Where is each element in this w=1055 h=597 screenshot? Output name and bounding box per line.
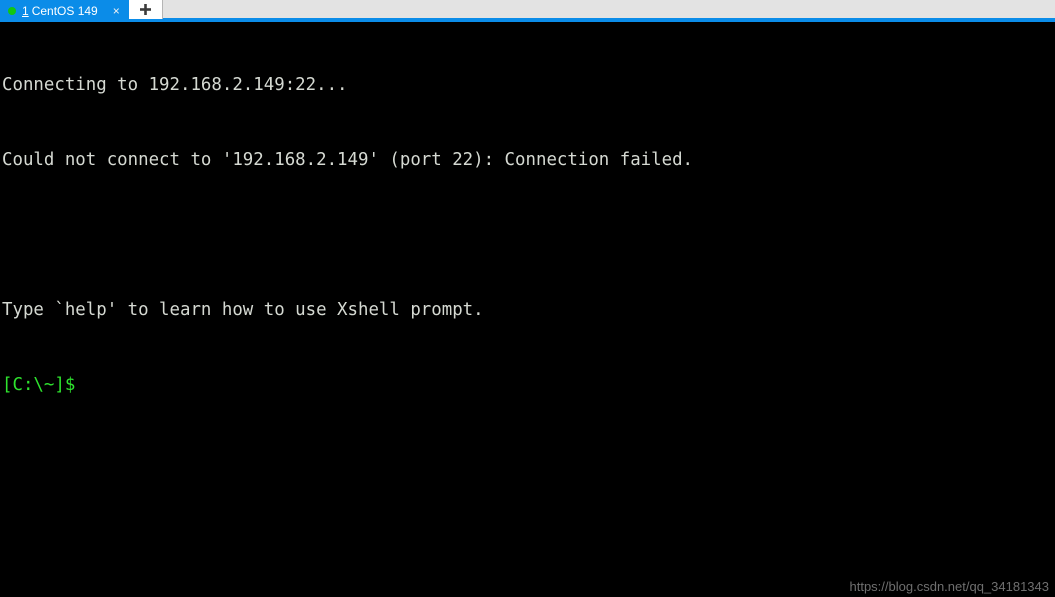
tab-index-label: 1 [22, 4, 29, 18]
terminal-output: Connecting to 192.168.2.149:22... Could … [2, 23, 777, 597]
terminal-line: Connecting to 192.168.2.149:22... [2, 75, 348, 95]
tab-bar: 1 CentOS 149 × [0, 0, 1055, 22]
watermark-text: https://blog.csdn.net/qq_34181343 [849, 579, 1050, 594]
terminal-screen[interactable]: Connecting to 192.168.2.149:22... Could … [0, 22, 1055, 597]
plus-icon [139, 4, 151, 15]
tab-title-label: CentOS 149 [31, 4, 98, 18]
terminal-line: Type `help' to learn how to use Xshell p… [2, 300, 484, 320]
close-icon[interactable]: × [110, 5, 123, 17]
terminal-prompt-local: [C:\~]$ [2, 375, 76, 395]
green-dot-icon [8, 7, 16, 15]
session-tab-centos-149[interactable]: 1 CentOS 149 × [0, 0, 129, 22]
terminal-line: Could not connect to '192.168.2.149' (po… [2, 150, 694, 170]
new-tab-button[interactable] [128, 0, 163, 19]
